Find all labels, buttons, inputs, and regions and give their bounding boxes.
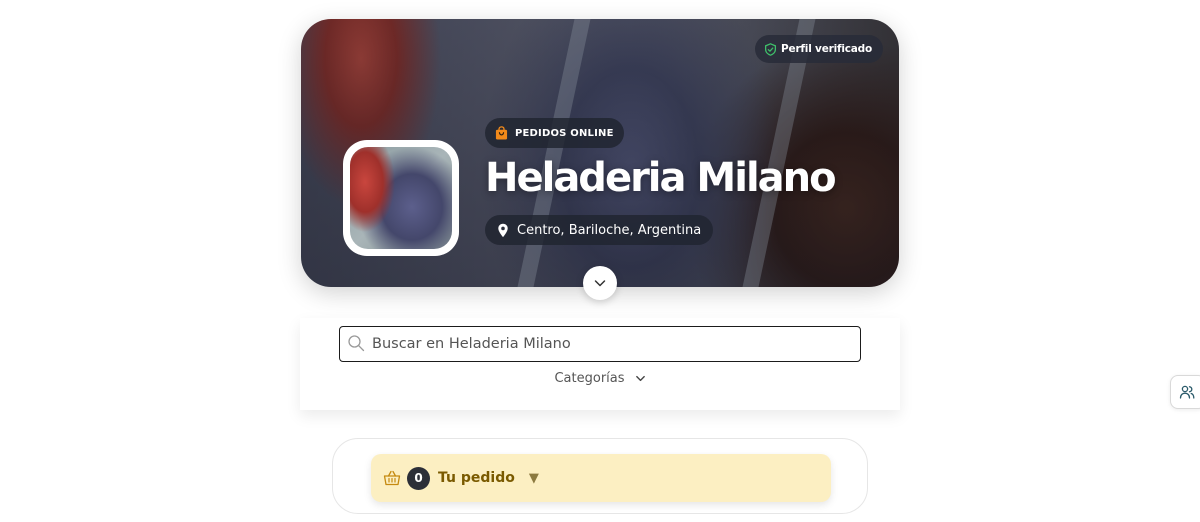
search-panel: Categorías [300,318,900,410]
hero-banner: Perfil verificado PEDIDOS ONLINE Helader… [301,19,899,287]
search-box[interactable] [339,326,861,362]
order-count-badge: 0 [407,466,430,490]
shield-check-icon [765,42,777,56]
banner-divider [517,19,591,287]
search-input[interactable] [372,327,852,360]
verified-badge: Perfil verificado [755,35,883,63]
chevron-down-icon [594,280,606,287]
users-icon [1179,385,1195,399]
order-summary-button[interactable]: 0 Tu pedido ▼ [371,454,831,502]
categories-label: Categorías [554,371,625,386]
search-icon [348,335,365,352]
page: Perfil verificado PEDIDOS ONLINE Helader… [0,0,1200,522]
shopping-bag-icon [495,126,508,140]
location-text: Centro, Bariloche, Argentina [517,222,702,238]
location-badge: Centro, Bariloche, Argentina [485,215,714,245]
shop-logo [343,140,459,256]
online-badge-label: PEDIDOS ONLINE [515,127,614,139]
expand-header-button[interactable] [583,266,617,300]
order-label: Tu pedido [438,470,515,486]
categories-dropdown[interactable]: Categorías [300,371,900,386]
caret-down-icon: ▼ [528,470,539,486]
verified-label: Perfil verificado [781,43,872,55]
shop-logo-image [350,147,452,249]
online-orders-badge: PEDIDOS ONLINE [485,118,624,148]
order-card: 0 Tu pedido ▼ [332,438,868,514]
side-users-button[interactable] [1170,375,1200,409]
map-pin-icon [498,223,508,237]
basket-icon [383,470,401,486]
shop-name: Heladeria Milano [485,155,837,201]
chevron-down-icon [635,375,645,382]
